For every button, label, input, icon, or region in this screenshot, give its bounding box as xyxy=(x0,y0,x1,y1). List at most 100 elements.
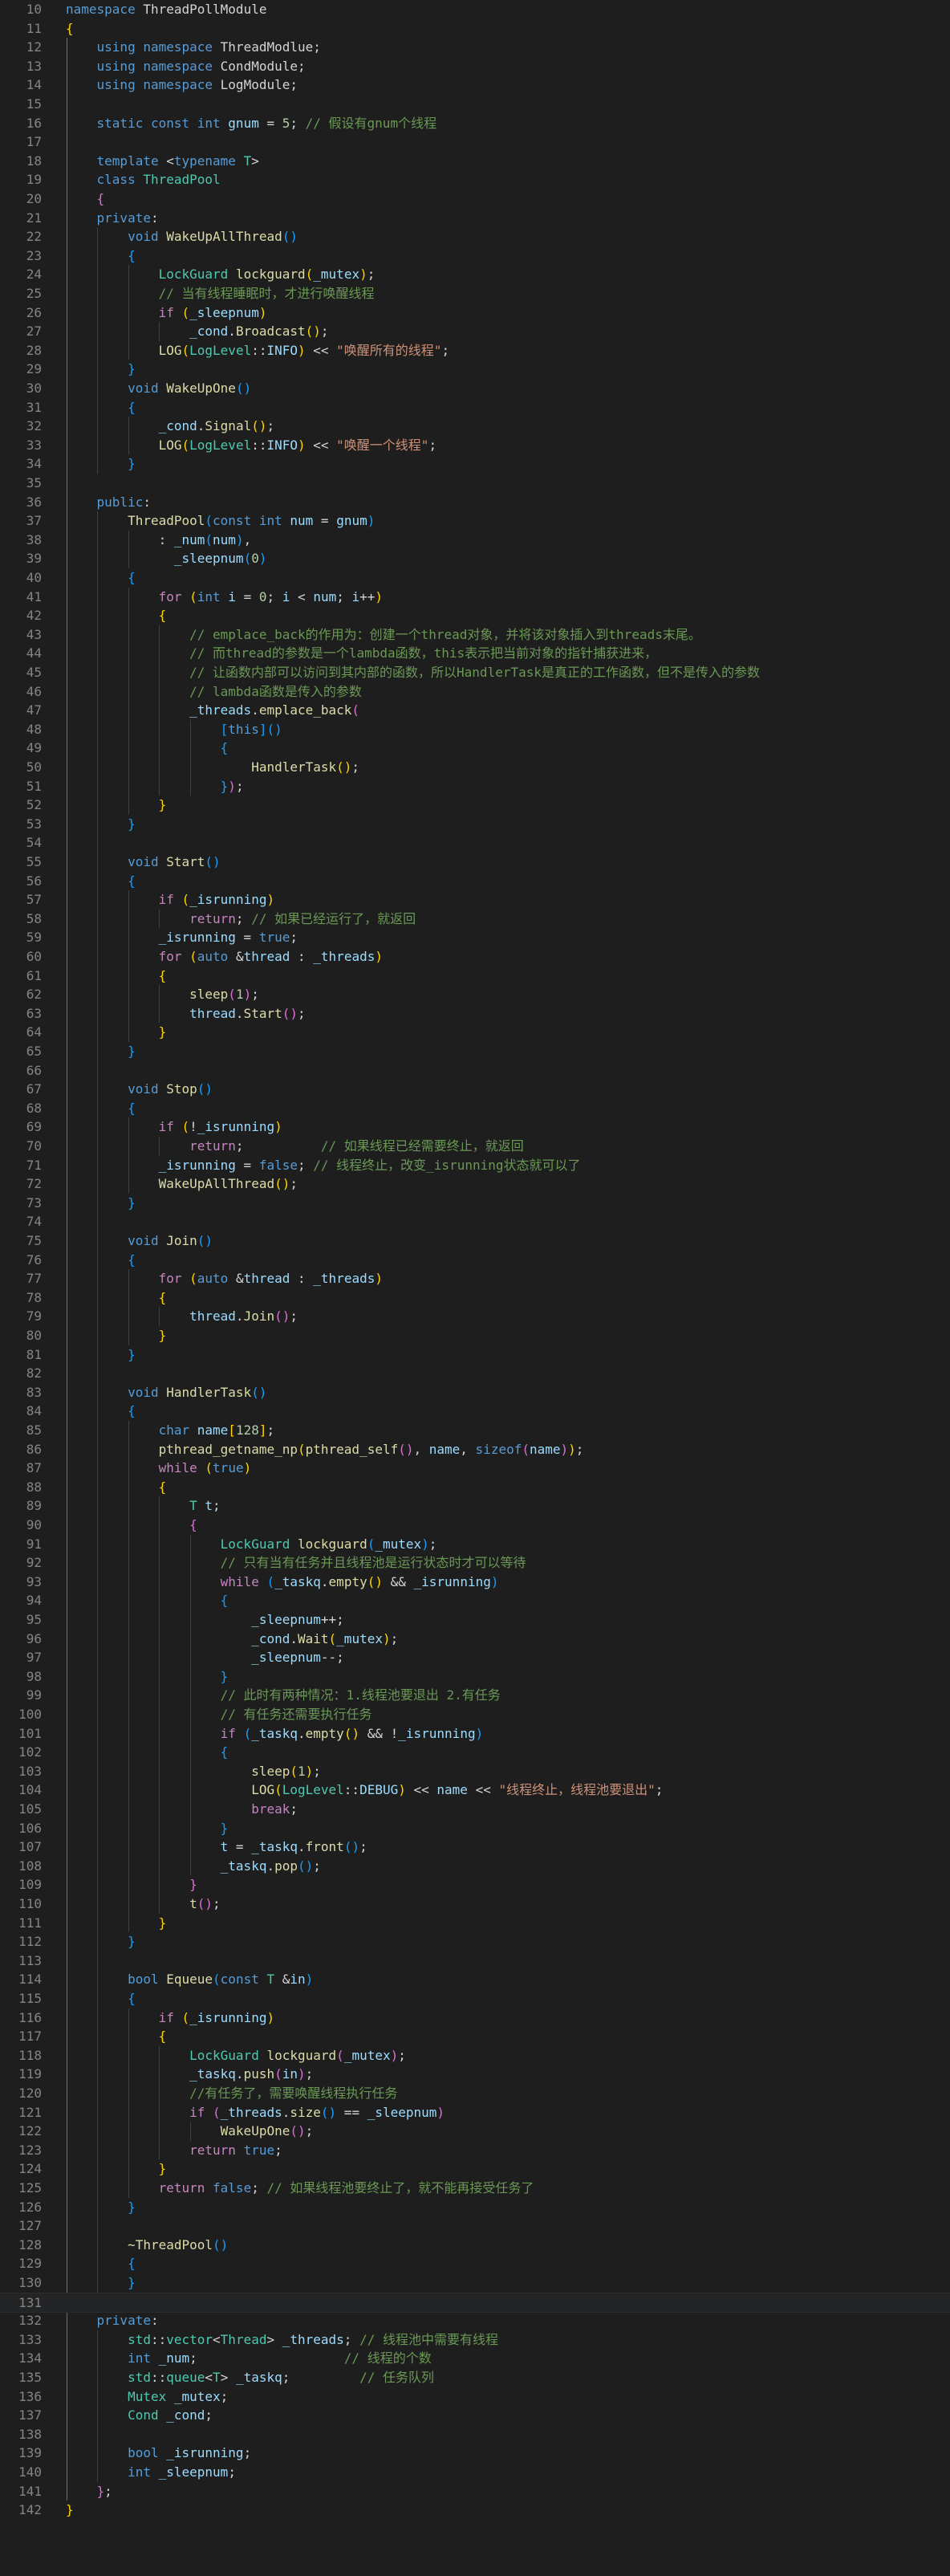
code-line[interactable]: 130 } xyxy=(0,2273,950,2293)
code-line[interactable]: 78 { xyxy=(0,1288,950,1308)
code-line[interactable]: 128 ~ThreadPool() xyxy=(0,2236,950,2255)
code-line[interactable]: 27 _cond.Broadcast(); xyxy=(0,322,950,341)
code-line[interactable]: 99 // 此时有两种情况：1.线程池要退出 2.有任务 xyxy=(0,1686,950,1705)
code-line[interactable]: 80 } xyxy=(0,1326,950,1345)
code-line[interactable]: 48 [this]() xyxy=(0,720,950,739)
code-line[interactable]: 95 _sleepnum++; xyxy=(0,1610,950,1630)
code-line[interactable]: 67 void Stop() xyxy=(0,1080,950,1099)
code-line[interactable]: 113 xyxy=(0,1951,950,1971)
code-line[interactable]: 118 LockGuard lockguard(_mutex); xyxy=(0,2046,950,2065)
code-line[interactable]: 87 while (true) xyxy=(0,1459,950,1478)
code-line[interactable]: 127 xyxy=(0,2216,950,2236)
code-line[interactable]: 56 { xyxy=(0,872,950,891)
code-line[interactable]: 79 thread.Join(); xyxy=(0,1307,950,1326)
code-line[interactable]: 89 T t; xyxy=(0,1496,950,1516)
code-line[interactable]: 109 } xyxy=(0,1875,950,1894)
code-line[interactable]: 94 { xyxy=(0,1591,950,1610)
code-line[interactable]: 31 { xyxy=(0,398,950,417)
code-line[interactable]: 36 public: xyxy=(0,493,950,512)
code-line[interactable]: 93 while (_taskq.empty() && _isrunning) xyxy=(0,1573,950,1592)
code-line[interactable]: 52 } xyxy=(0,796,950,815)
code-line[interactable]: 85 char name[128]; xyxy=(0,1421,950,1440)
code-line[interactable]: 91 LockGuard lockguard(_mutex); xyxy=(0,1535,950,1554)
code-line[interactable]: 137 Cond _cond; xyxy=(0,2406,950,2425)
code-line[interactable]: 16 static const int gnum = 5; // 假设有gnum… xyxy=(0,114,950,133)
code-line[interactable]: 97 _sleepnum--; xyxy=(0,1648,950,1667)
code-line[interactable]: 17 xyxy=(0,132,950,152)
code-line[interactable]: 103 sleep(1); xyxy=(0,1762,950,1781)
code-line[interactable]: 129 { xyxy=(0,2254,950,2273)
code-line[interactable]: 33 LOG(LogLevel::INFO) << "唤醒一个线程"; xyxy=(0,436,950,455)
code-line[interactable]: 117 { xyxy=(0,2027,950,2046)
code-line[interactable]: 69 if (!_isrunning) xyxy=(0,1117,950,1137)
code-line[interactable]: 19 class ThreadPool xyxy=(0,170,950,189)
code-line[interactable]: 119 _taskq.push(in); xyxy=(0,2065,950,2084)
code-line[interactable]: 61 { xyxy=(0,967,950,986)
code-line[interactable]: 88 { xyxy=(0,1478,950,1497)
code-line[interactable]: 75 void Join() xyxy=(0,1231,950,1251)
code-line[interactable]: 108 _taskq.pop(); xyxy=(0,1857,950,1876)
code-line[interactable]: 77 for (auto &thread : _threads) xyxy=(0,1269,950,1288)
code-line[interactable]: 132 private: xyxy=(0,2311,950,2330)
code-line[interactable]: 121 if (_threads.size() == _sleepnum) xyxy=(0,2103,950,2122)
code-line[interactable]: 86 pthread_getname_np(pthread_self(), na… xyxy=(0,1440,950,1459)
code-line[interactable]: 44 // 而thread的参数是一个lambda函数，this表示把当前对象的… xyxy=(0,644,950,663)
code-line[interactable]: 11 { xyxy=(0,19,950,39)
code-line[interactable]: 15 xyxy=(0,95,950,114)
code-line[interactable]: 138 xyxy=(0,2425,950,2444)
code-line[interactable]: 49 { xyxy=(0,739,950,758)
code-line[interactable]: 74 xyxy=(0,1212,950,1231)
code-line[interactable]: 110 t(); xyxy=(0,1894,950,1914)
code-line[interactable]: 126 } xyxy=(0,2198,950,2217)
code-line[interactable]: 63 thread.Start(); xyxy=(0,1004,950,1023)
code-line[interactable]: 34 } xyxy=(0,454,950,474)
code-line[interactable]: 59 _isrunning = true; xyxy=(0,928,950,947)
code-line[interactable]: 29 } xyxy=(0,360,950,379)
code-line[interactable]: 57 if (_isrunning) xyxy=(0,890,950,910)
code-line[interactable]: 81 } xyxy=(0,1345,950,1365)
code-line[interactable]: 42 { xyxy=(0,606,950,625)
code-line[interactable]: 104 LOG(LogLevel::DEBUG) << name << "线程终… xyxy=(0,1780,950,1800)
code-line[interactable]: 100 // 有任务还需要执行任务 xyxy=(0,1705,950,1724)
code-line[interactable]: 105 break; xyxy=(0,1800,950,1819)
code-line[interactable]: 32 _cond.Signal(); xyxy=(0,417,950,436)
code-line[interactable]: 142} xyxy=(0,2501,950,2520)
code-line[interactable]: 51 }); xyxy=(0,777,950,796)
code-line[interactable]: 111 } xyxy=(0,1914,950,1933)
code-line[interactable]: 50 HandlerTask(); xyxy=(0,758,950,777)
code-line[interactable]: 24 LockGuard lockguard(_mutex); xyxy=(0,265,950,284)
code-line[interactable]: 141 }; xyxy=(0,2482,950,2501)
code-line[interactable]: 82 xyxy=(0,1364,950,1383)
code-line[interactable]: 107 t = _taskq.front(); xyxy=(0,1837,950,1857)
code-line[interactable]: 37 ThreadPool(const int num = gnum) xyxy=(0,511,950,531)
code-editor[interactable]: 10 namespace ThreadPollModule 11{12 using … xyxy=(0,0,950,2576)
code-line[interactable]: 58 return; // 如果已经运行了，就返回 xyxy=(0,910,950,929)
code-line[interactable]: 140 int _sleepnum; xyxy=(0,2463,950,2482)
code-line[interactable]: 40 { xyxy=(0,568,950,588)
code-line[interactable]: 112 } xyxy=(0,1932,950,1951)
code-line[interactable]: 66 xyxy=(0,1061,950,1080)
code-line[interactable]: 102 { xyxy=(0,1743,950,1762)
code-line[interactable]: 122 WakeUpOne(); xyxy=(0,2122,950,2141)
code-line[interactable]: 98 } xyxy=(0,1667,950,1687)
code-line[interactable]: 41 for (int i = 0; i < num; i++) xyxy=(0,588,950,607)
code-line[interactable]: 115 { xyxy=(0,1989,950,2008)
code-line[interactable]: 39 _sleepnum(0) xyxy=(0,549,950,568)
code-line[interactable]: 131 xyxy=(0,2292,950,2314)
code-line[interactable]: 23 { xyxy=(0,246,950,266)
code-line[interactable]: 73 } xyxy=(0,1194,950,1213)
code-line[interactable]: 53 } xyxy=(0,815,950,834)
code-line[interactable]: 106 } xyxy=(0,1819,950,1838)
code-line[interactable]: 114 bool Equeue(const T &in) xyxy=(0,1970,950,1989)
code-line[interactable]: 120 //有任务了，需要唤醒线程执行任务 xyxy=(0,2084,950,2103)
code-line[interactable]: 135 std::queue<T> _taskq; // 任务队列 xyxy=(0,2368,950,2387)
code-line[interactable]: 26 if (_sleepnum) xyxy=(0,303,950,323)
code-line[interactable]: 18 template <typename T> xyxy=(0,152,950,171)
code-line[interactable]: 35 xyxy=(0,474,950,493)
code-line[interactable]: 46 // lambda函数是传入的参数 xyxy=(0,682,950,702)
code-line[interactable]: 123 return true; xyxy=(0,2141,950,2160)
code-line[interactable]: 14 using namespace LogModule; xyxy=(0,75,950,95)
code-line[interactable]: 70 return; // 如果线程已经需要终止，就返回 xyxy=(0,1137,950,1156)
code-line[interactable]: 43 // emplace_back的作用为：创建一个thread对象，并将该对… xyxy=(0,625,950,645)
code-line[interactable]: 71 _isrunning = false; // 线程终止，改变_isrunn… xyxy=(0,1156,950,1175)
